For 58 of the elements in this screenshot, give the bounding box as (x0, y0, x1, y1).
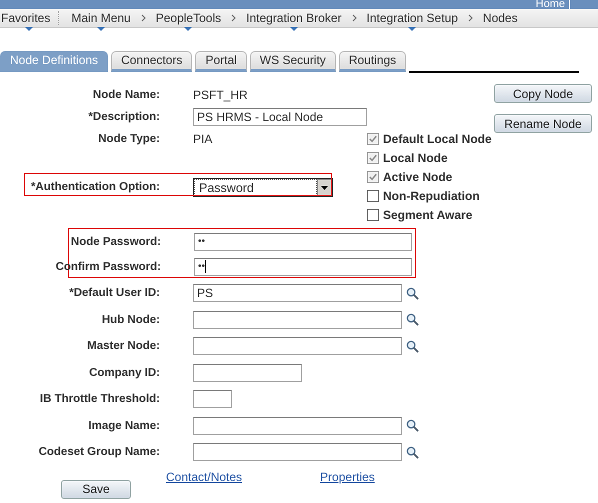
breadcrumb-item[interactable]: Integration Broker (242, 11, 346, 25)
password-dots: •• (198, 234, 206, 248)
action-button[interactable]: Rename Node (494, 114, 592, 133)
chevron-icon (352, 14, 357, 22)
breadcrumb-item[interactable]: Integration Setup (362, 11, 462, 25)
text-field[interactable] (193, 337, 402, 356)
search-icon[interactable] (406, 340, 419, 353)
checkbox-label: Non-Repudiation (383, 188, 480, 202)
chevron-icon (231, 14, 236, 22)
field-label: IB Throttle Threshold: (38, 393, 160, 406)
password-field[interactable]: •• (194, 232, 412, 250)
field-value: PSFT_HR (193, 88, 248, 102)
field-label: Master Node: (86, 340, 160, 352)
breadcrumb-item[interactable]: Nodes (478, 11, 522, 25)
chevron-icon (468, 14, 473, 22)
field-label: *Default User ID: (68, 287, 160, 300)
checkbox[interactable] (367, 190, 379, 202)
action-button[interactable]: Copy Node (494, 84, 592, 103)
field-label: Image Name: (87, 420, 160, 432)
field-label: Node Name: (92, 89, 160, 101)
field-label: *Authentication Option: (30, 181, 160, 193)
checkbox-label: Active Node (383, 170, 452, 184)
breadcrumb-item[interactable]: Main Menu (67, 11, 135, 25)
link[interactable]: Properties (320, 470, 375, 484)
checkbox-label: Segment Aware (383, 208, 472, 222)
text-field[interactable]: PS HRMS - Local Node (193, 108, 367, 126)
tab[interactable]: Portal (195, 51, 247, 72)
field-label: Codeset Group Name: (38, 446, 160, 458)
field-label: *Description: (87, 111, 160, 123)
field-label: Node Type: (97, 133, 160, 145)
breadcrumb-item[interactable]: Favorites (0, 11, 60, 25)
save-button[interactable]: Save (61, 480, 131, 498)
search-icon[interactable] (406, 286, 419, 300)
text-field[interactable] (193, 390, 232, 408)
search-icon[interactable] (406, 313, 419, 326)
search-icon[interactable] (406, 446, 419, 459)
checkbox-label: Local Node (383, 150, 448, 164)
link[interactable]: Contact/Notes (166, 470, 242, 484)
chevron-icon (140, 14, 146, 22)
password-field[interactable]: •• (194, 258, 412, 276)
text-field[interactable] (193, 416, 402, 435)
tab[interactable]: Connectors (111, 51, 192, 72)
text-field[interactable] (193, 364, 302, 382)
search-icon[interactable] (406, 419, 419, 432)
password-dots: •• (198, 260, 206, 274)
tab[interactable]: Routings (338, 51, 406, 72)
tab[interactable]: WS Security (250, 51, 336, 72)
breadcrumb-item[interactable]: PeopleTools (152, 11, 226, 25)
checkbox-label: Default Local Node (383, 132, 492, 146)
field-value: PIA (193, 132, 212, 146)
checkbox[interactable] (367, 208, 379, 220)
field-label: Node Password: (70, 236, 161, 248)
field-label: Hub Node: (100, 314, 160, 326)
text-field[interactable] (193, 443, 402, 462)
text-field[interactable]: PS (193, 284, 402, 302)
field-label: Company ID: (88, 366, 160, 379)
dropdown-field[interactable]: Password (193, 178, 333, 196)
text-field[interactable] (193, 310, 402, 329)
